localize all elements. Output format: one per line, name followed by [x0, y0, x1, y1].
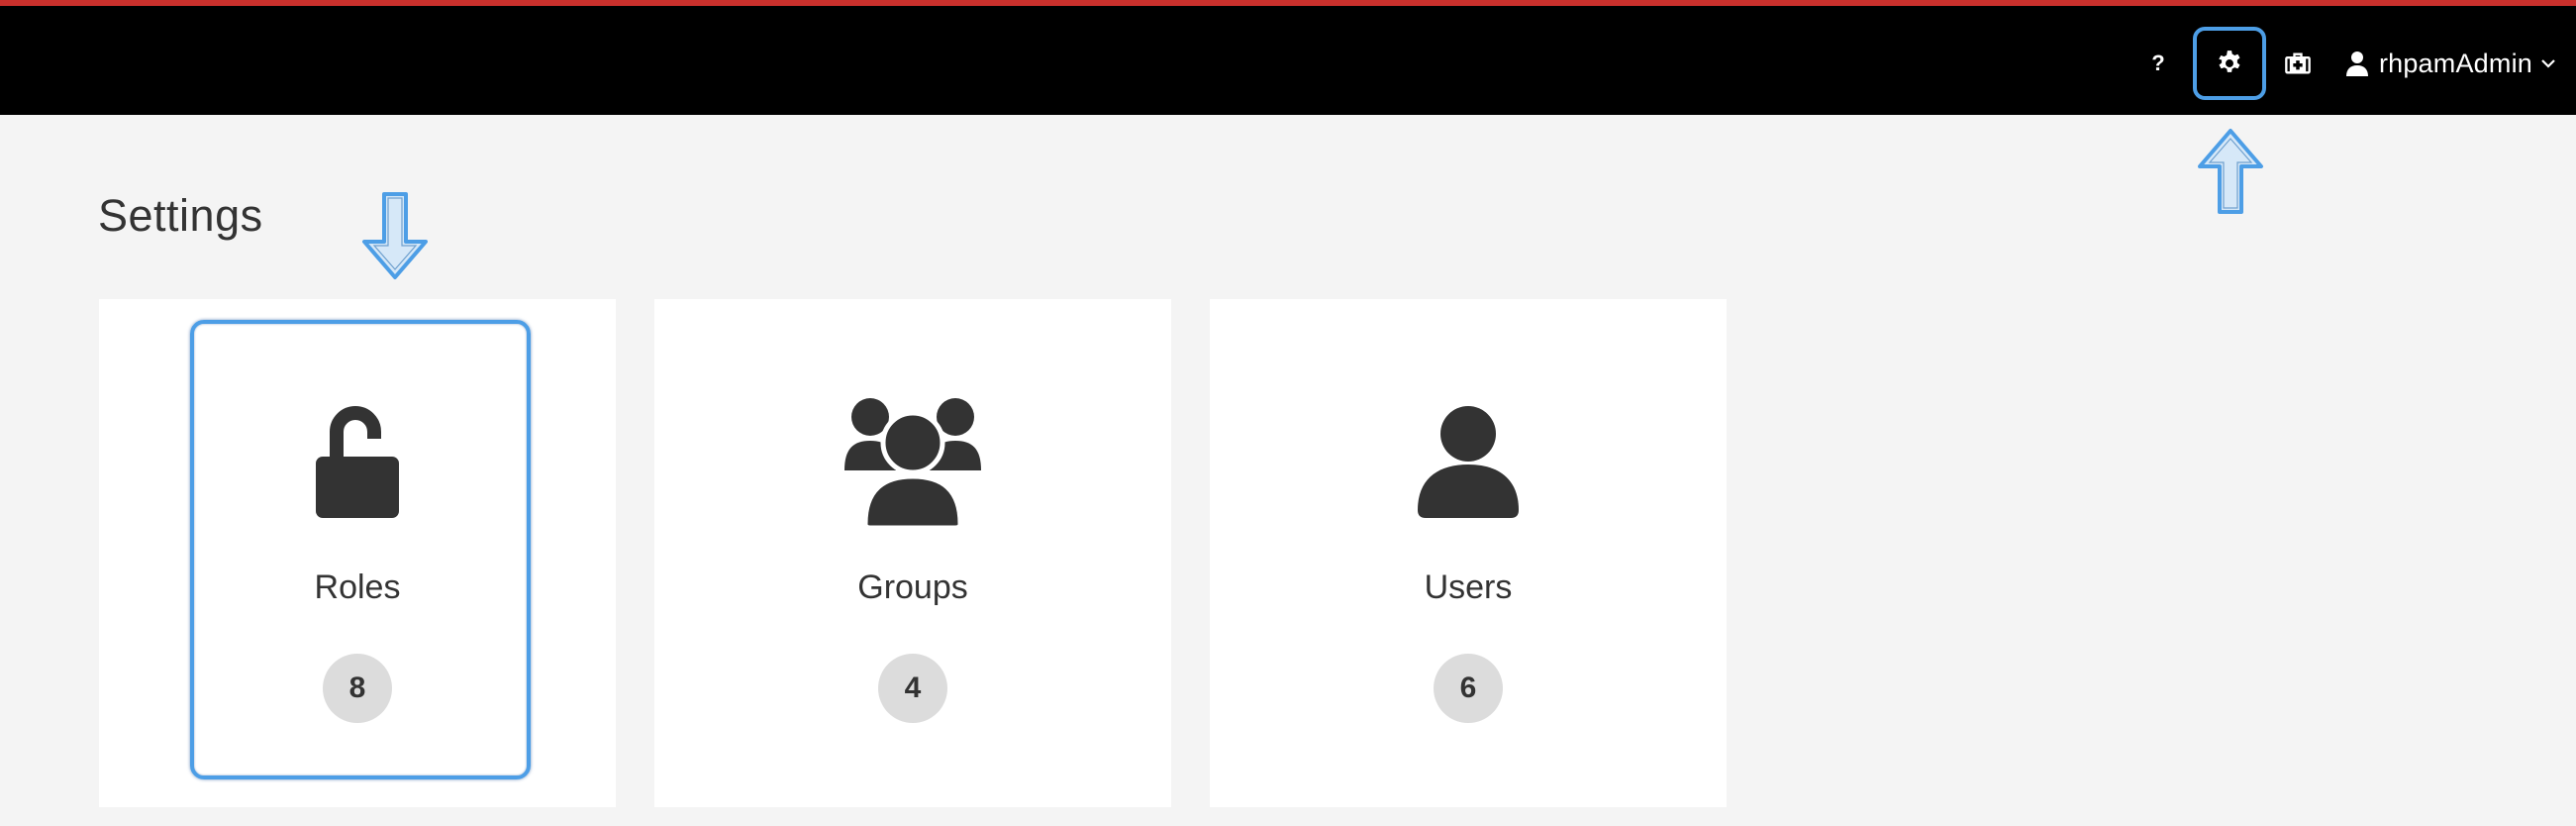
down-arrow-annotation — [362, 192, 428, 279]
roles-card[interactable]: Roles 8 — [99, 299, 616, 807]
users-group-icon — [844, 398, 981, 528]
gear-icon — [2219, 51, 2240, 72]
user-menu[interactable]: rhpamAdmin — [2345, 44, 2556, 83]
page-title: Settings — [98, 190, 263, 241]
users-card[interactable]: Users 6 — [1210, 299, 1727, 807]
user-icon — [1418, 406, 1519, 518]
roles-label: Roles — [314, 568, 401, 606]
user-icon — [2345, 52, 2368, 76]
groups-label: Groups — [857, 568, 968, 606]
groups-card[interactable]: Groups 4 — [654, 299, 1171, 807]
username: rhpamAdmin — [2378, 48, 2532, 78]
help-button[interactable]: ? — [2143, 44, 2173, 83]
users-label: Users — [1424, 568, 1513, 606]
roles-count-badge: 8 — [323, 654, 392, 723]
users-count-badge: 6 — [1434, 654, 1503, 723]
top-navbar: ? rhpamAdmin — [0, 0, 2576, 115]
apps-button[interactable] — [2278, 44, 2318, 83]
up-arrow-annotation — [2198, 129, 2263, 214]
unlock-icon — [316, 406, 399, 518]
help-label: ? — [2151, 51, 2165, 75]
chevron-down-icon — [2541, 59, 2555, 68]
navbar-right-items: ? rhpamAdmin — [2143, 12, 2556, 115]
groups-count-badge: 4 — [878, 654, 947, 723]
briefcase-icon — [2285, 52, 2311, 74]
settings-button[interactable] — [2192, 27, 2266, 100]
